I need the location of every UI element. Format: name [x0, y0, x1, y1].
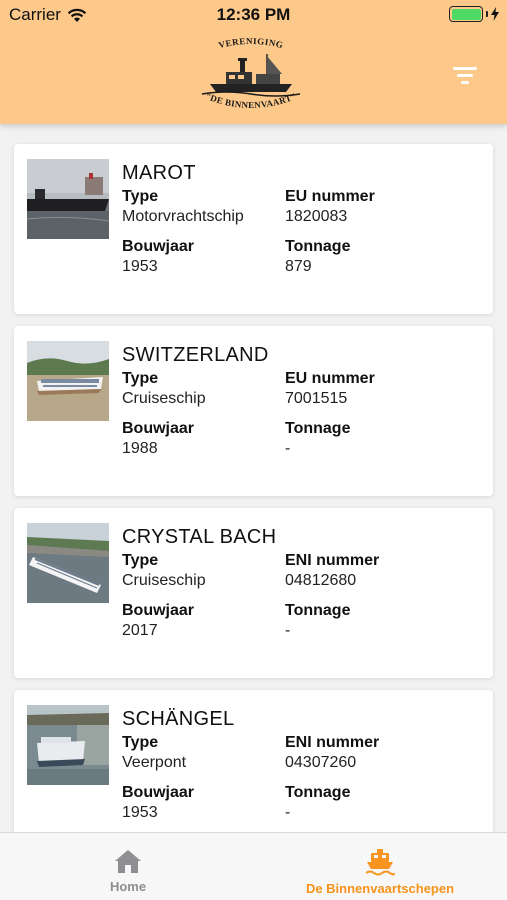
tab-binnenvaartschepen[interactable]: De Binnenvaartschepen — [280, 833, 480, 900]
year-label: Bouwjaar — [122, 602, 195, 619]
year-label: Bouwjaar — [122, 238, 195, 255]
tonnage-label: Tonnage — [285, 238, 351, 255]
tonnage-value: - — [285, 804, 291, 821]
tab-home-label: Home — [109, 879, 147, 894]
svg-text:VERENIGING: VERENIGING — [218, 36, 285, 50]
number-label: EU nummer — [285, 188, 375, 205]
year-value: 1953 — [122, 258, 158, 275]
tab-bar: Home De Binnenvaartschepen — [0, 832, 507, 900]
ship-card[interactable]: SWITZERLAND Type Cruiseschip EU nummer 7… — [14, 326, 493, 496]
charging-icon — [491, 7, 499, 21]
filter-icon[interactable] — [451, 64, 479, 86]
ship-name: SCHÄNGEL — [122, 708, 235, 730]
year-value: 1988 — [122, 440, 158, 457]
status-bar: Carrier 12:36 PM — [0, 0, 507, 28]
year-label: Bouwjaar — [122, 420, 195, 437]
type-label: Type — [122, 188, 159, 205]
battery-indicator — [449, 6, 499, 22]
type-label: Type — [122, 370, 159, 387]
battery-icon — [449, 6, 483, 22]
year-label: Bouwjaar — [122, 784, 195, 801]
type-label: Type — [122, 552, 159, 569]
ship-name: SWITZERLAND — [122, 344, 269, 366]
ferry-icon — [365, 849, 395, 876]
tonnage-label: Tonnage — [285, 784, 351, 801]
type-value: Cruiseschip — [122, 572, 206, 589]
ship-list[interactable]: MAROT Type Motorvrachtschip EU nummer 18… — [0, 124, 507, 832]
number-value: 04307260 — [285, 754, 357, 771]
type-label: Type — [122, 734, 159, 751]
year-value: 2017 — [122, 622, 158, 639]
number-label: EU nummer — [285, 370, 375, 387]
number-value: 7001515 — [285, 390, 348, 407]
ship-name: CRYSTAL BACH — [122, 526, 277, 548]
type-value: Veerpont — [122, 754, 187, 771]
tonnage-value: 879 — [285, 258, 312, 275]
number-value: 04812680 — [285, 572, 357, 589]
number-label: ENI nummer — [285, 552, 380, 569]
tonnage-label: Tonnage — [285, 420, 351, 437]
status-time: 12:36 PM — [216, 5, 291, 24]
ship-photo — [27, 705, 109, 785]
binnenvaart-logo: VERENIGING "DE BINNENVAART" — [201, 36, 301, 110]
type-value: Cruiseschip — [122, 390, 206, 407]
tab-binnenvaartschepen-label: De Binnenvaartschepen — [305, 881, 455, 896]
ship-photo — [27, 341, 109, 421]
tonnage-value: - — [285, 622, 291, 639]
number-value: 1820083 — [285, 208, 348, 225]
app-header: Carrier 12:36 PM VERENIGING "DE BINNENVA… — [0, 0, 507, 124]
number-label: ENI nummer — [285, 734, 380, 751]
ship-photo — [27, 523, 109, 603]
ship-name: MAROT — [122, 162, 196, 184]
ship-card[interactable]: CRYSTAL BACH Type Cruiseschip ENI nummer… — [14, 508, 493, 678]
ship-photo — [27, 159, 109, 239]
tonnage-label: Tonnage — [285, 602, 351, 619]
type-value: Motorvrachtschip — [122, 208, 244, 225]
tonnage-value: - — [285, 440, 291, 457]
home-icon — [115, 850, 141, 873]
year-value: 1953 — [122, 804, 158, 821]
logo-top-text: VERENIGING — [218, 36, 284, 50]
ship-card[interactable]: MAROT Type Motorvrachtschip EU nummer 18… — [14, 144, 493, 314]
ship-card[interactable]: SCHÄNGEL Type Veerpont ENI nummer 043072… — [14, 690, 493, 832]
tab-home[interactable]: Home — [28, 833, 228, 900]
